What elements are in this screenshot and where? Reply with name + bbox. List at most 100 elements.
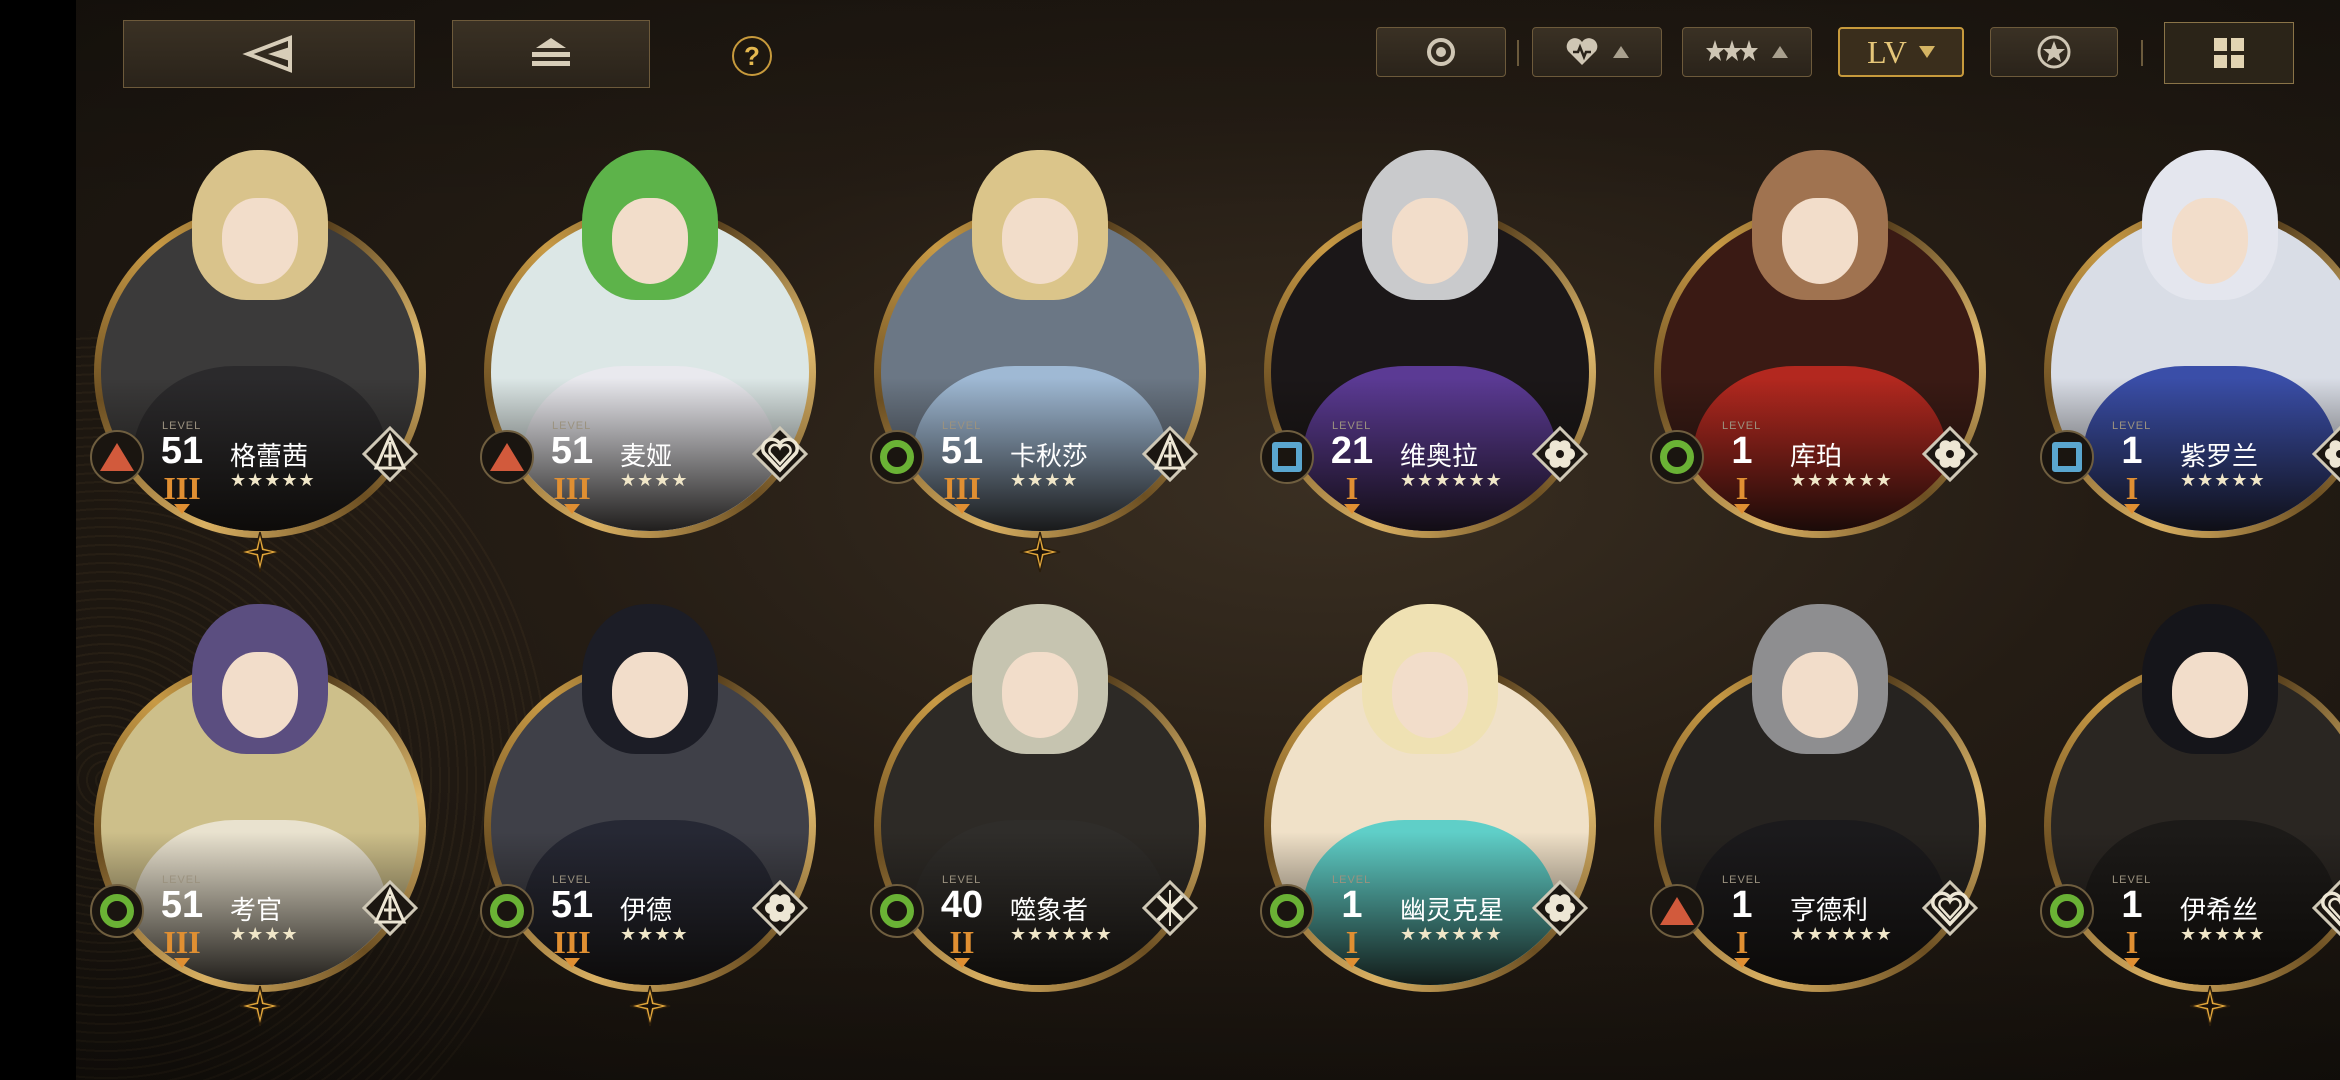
class-badge [752, 426, 808, 482]
character-level: 51 [550, 430, 594, 472]
flower-class-icon [1532, 426, 1588, 482]
grid-view-button[interactable] [2164, 22, 2294, 84]
character-rank: I [1714, 924, 1770, 968]
class-badge [1142, 426, 1198, 482]
character-level: 1 [2121, 884, 2143, 926]
character-info: LEVEL 1 I 库珀 ★★★★★★ [1650, 408, 1990, 538]
character-card[interactable]: LEVEL 51 III 格蕾茜 ★★★★★ [80, 150, 440, 573]
character-rank: III [154, 470, 210, 514]
character-card[interactable]: LEVEL 1 I 紫罗兰 ★★★★★ [2030, 150, 2340, 550]
character-roster-screen: ? LV LEVEL 51 III 格蕾茜 ★★★★★ LEVEL 51 III… [76, 0, 2340, 1080]
sword-class-icon [1142, 880, 1198, 936]
flower-class-icon [1922, 426, 1978, 482]
character-name: 库珀 [1790, 442, 1843, 472]
class-badge [2312, 426, 2340, 482]
character-card[interactable]: LEVEL 21 I 维奥拉 ★★★★★★ [1250, 150, 1610, 550]
character-name: 麦娅 [620, 442, 673, 472]
tower-class-icon [362, 880, 418, 936]
class-badge [1532, 880, 1588, 936]
character-stars: ★★★★★★ [1400, 470, 1503, 490]
character-stars: ★★★★★★ [1400, 924, 1503, 944]
character-rank: III [934, 470, 990, 514]
character-card[interactable]: LEVEL 51 III 考官 ★★★★ [80, 604, 440, 1027]
character-head [582, 604, 718, 754]
back-button[interactable] [123, 20, 415, 88]
stars-icon [1706, 40, 1758, 61]
sparkle-icon [629, 985, 671, 1027]
character-stars: ★★★★★ [2180, 470, 2266, 490]
character-info: LEVEL 1 I 幽灵克星 ★★★★★★ [1260, 862, 1600, 992]
character-head [1752, 150, 1888, 300]
tower-class-icon [1142, 426, 1198, 482]
character-level: 1 [1731, 884, 1753, 926]
rarity-sort-button[interactable] [1682, 27, 1812, 77]
character-card[interactable]: LEVEL 1 I 伊希丝 ★★★★★ [2030, 604, 2340, 1027]
flower-class-icon [1532, 880, 1588, 936]
character-head [1362, 150, 1498, 300]
heart-class-icon [1922, 880, 1978, 936]
element-filter-button[interactable] [1376, 27, 1506, 77]
help-button[interactable]: ? [732, 36, 772, 76]
toolbar-divider [1517, 40, 1519, 66]
character-rank: I [1714, 470, 1770, 514]
circle-element-icon [870, 884, 924, 938]
affinity-sort-button[interactable] [1532, 27, 1662, 77]
layer-toggle-button[interactable] [452, 20, 650, 88]
circle-element-icon [2040, 884, 2094, 938]
sparkle-icon [2189, 985, 2231, 1027]
sort-ascending-icon [1772, 46, 1788, 58]
character-card[interactable]: LEVEL 40 II 噬象者 ★★★★★★ [860, 604, 1220, 1004]
character-info: LEVEL 51 III 考官 ★★★★ [90, 862, 430, 992]
character-head [192, 150, 328, 300]
character-stars: ★★★★★★ [1010, 924, 1113, 944]
character-info: LEVEL 51 III 格蕾茜 ★★★★★ [90, 408, 430, 538]
character-card[interactable]: LEVEL 1 I 亨德利 ★★★★★★ [1640, 604, 2000, 1004]
character-level: 21 [1330, 430, 1374, 472]
circle-element-icon [1260, 884, 1314, 938]
sparkle-icon [1019, 531, 1061, 573]
square-element-icon [2040, 430, 2094, 484]
target-circle-icon [1427, 38, 1455, 66]
character-info: LEVEL 21 I 维奥拉 ★★★★★★ [1260, 408, 1600, 538]
class-badge [1922, 880, 1978, 936]
character-head [1362, 604, 1498, 754]
character-stars: ★★★★ [230, 924, 299, 944]
character-card[interactable]: LEVEL 1 I 库珀 ★★★★★★ [1640, 150, 2000, 550]
character-name: 格蕾茜 [230, 442, 309, 472]
character-card[interactable]: LEVEL 51 III 麦娅 ★★★★ [470, 150, 830, 550]
character-head [972, 150, 1108, 300]
character-level: 51 [550, 884, 594, 926]
circle-element-icon [870, 430, 924, 484]
character-info: LEVEL 51 III 伊德 ★★★★ [480, 862, 820, 992]
character-head [972, 604, 1108, 754]
character-info: LEVEL 51 III 卡秋莎 ★★★★ [870, 408, 1210, 538]
character-card[interactable]: LEVEL 51 III 卡秋莎 ★★★★ [860, 150, 1220, 573]
character-info: LEVEL 1 I 亨德利 ★★★★★★ [1650, 862, 1990, 992]
character-info: LEVEL 1 I 伊希丝 ★★★★★ [2040, 862, 2340, 992]
triangle-element-icon [480, 430, 534, 484]
character-level: 51 [160, 430, 204, 472]
class-badge [1142, 880, 1198, 936]
character-head [192, 604, 328, 754]
level-sort-label: LV [1867, 33, 1907, 70]
character-card[interactable]: LEVEL 1 I 幽灵克星 ★★★★★★ [1250, 604, 1610, 1004]
heart-class-icon [2312, 880, 2340, 936]
character-head [2142, 150, 2278, 300]
character-rank: II [934, 924, 990, 968]
circle-element-icon [90, 884, 144, 938]
class-badge [2312, 880, 2340, 936]
triangle-element-icon [1650, 884, 1704, 938]
square-element-icon [1260, 430, 1314, 484]
flower-class-icon [2312, 426, 2340, 482]
level-sort-button[interactable]: LV [1838, 27, 1964, 77]
character-card[interactable]: LEVEL 51 III 伊德 ★★★★ [470, 604, 830, 1027]
character-stars: ★★★★★★ [1790, 924, 1893, 944]
character-info: LEVEL 51 III 麦娅 ★★★★ [480, 408, 820, 538]
character-name: 紫罗兰 [2180, 442, 2259, 472]
tower-class-icon [362, 426, 418, 482]
back-triangle-icon [242, 35, 292, 73]
star-badge-icon [2037, 35, 2071, 69]
character-stars: ★★★★★ [230, 470, 316, 490]
character-name: 亨德利 [1790, 896, 1869, 926]
favorite-filter-button[interactable] [1990, 27, 2118, 77]
